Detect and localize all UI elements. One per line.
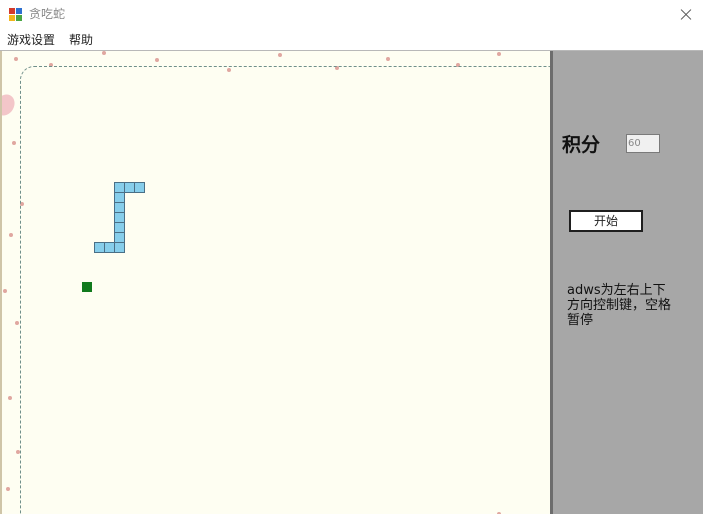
menu-help[interactable]: 帮助 — [69, 32, 93, 48]
score-label: 积分 — [562, 134, 601, 156]
controls-hint: adws为左右上下方向控制键，空格暂停 — [567, 283, 672, 328]
app-icon — [9, 8, 22, 21]
menu-game-settings[interactable]: 游戏设置 — [7, 32, 55, 48]
food — [82, 282, 92, 292]
game-board[interactable] — [0, 51, 552, 514]
side-panel: 积分 60 开始 adws为左右上下方向控制键，空格暂停 — [553, 51, 703, 514]
close-icon[interactable] — [669, 0, 703, 30]
score-field: 60 — [626, 134, 660, 153]
snake-segment — [94, 242, 105, 253]
play-area — [20, 66, 552, 514]
title-bar: 贪吃蛇 — [0, 0, 703, 30]
start-button[interactable]: 开始 — [569, 210, 643, 232]
snake-segment — [104, 242, 115, 253]
snake-segment — [134, 182, 145, 193]
menu-bar: 游戏设置 帮助 — [0, 30, 703, 50]
snake-segment — [114, 242, 125, 253]
window-title: 贪吃蛇 — [29, 7, 66, 21]
